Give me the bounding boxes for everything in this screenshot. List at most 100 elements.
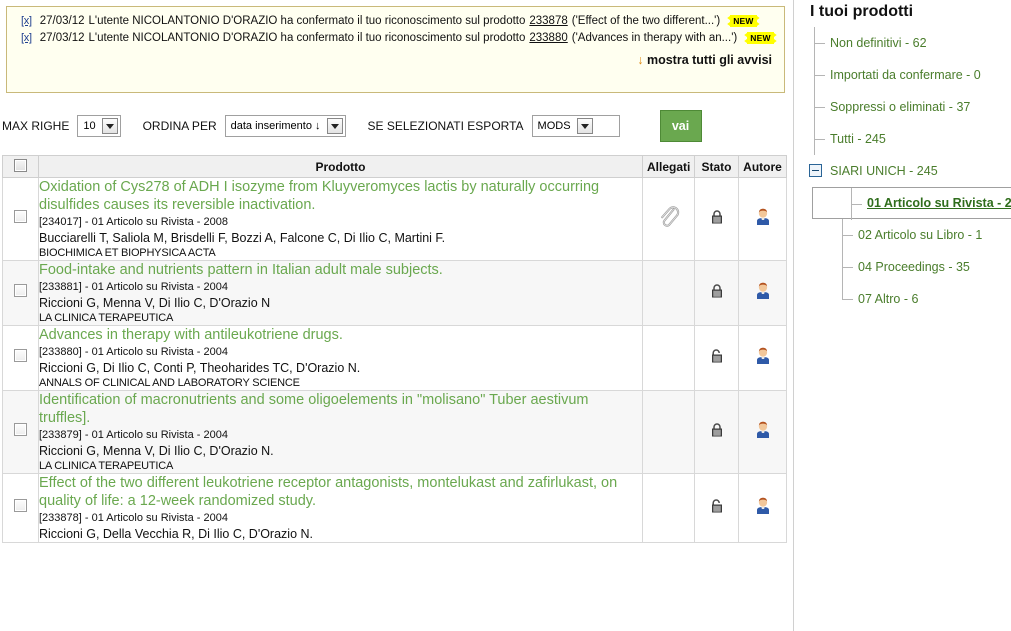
select-all-header [2, 155, 39, 178]
lock-open-icon[interactable] [710, 348, 724, 364]
lock-closed-icon[interactable] [710, 422, 724, 438]
status-cell [694, 390, 739, 474]
chevron-down-icon[interactable] [576, 118, 593, 134]
max-rows-value: 10 [83, 120, 96, 132]
sidebar-item-02-articolo-su-libro[interactable]: 02 Articolo su Libro - 1 [804, 219, 1011, 251]
product-meta: [233878] - 01 Articolo su Rivista - 2004 [39, 512, 228, 524]
product-authors: Riccioni G, Menna V, Di Ilio C, D'Orazio… [39, 296, 271, 310]
sort-by-value: data inserimento ↓ [230, 120, 321, 132]
page-root: [x] 27/03/12 L'utente NICOLANTONIO D'ORA… [0, 0, 1011, 631]
author-cell [738, 473, 787, 543]
go-button[interactable]: vai [659, 110, 702, 142]
lock-closed-icon[interactable] [710, 209, 724, 225]
chevron-down-icon[interactable] [101, 118, 118, 134]
row-checkbox[interactable] [14, 499, 27, 512]
tree-connector-icon [814, 59, 825, 91]
attachment-cell [642, 473, 695, 543]
collapse-toggle-icon[interactable] [809, 164, 822, 177]
row-checkbox[interactable] [14, 284, 27, 297]
product-cell: Oxidation of Cys278 of ADH I isozyme fro… [38, 177, 643, 261]
user-avatar-icon[interactable] [755, 497, 771, 514]
sort-by-select[interactable]: data inserimento ↓ [224, 115, 346, 137]
product-authors: Riccioni G, Della Vecchia R, Di Ilio C, … [39, 527, 313, 541]
select-all-checkbox[interactable] [14, 158, 27, 172]
user-avatar-icon[interactable] [755, 347, 771, 364]
table-row: Advances in therapy with antileukotriene… [2, 325, 787, 391]
lock-open-icon[interactable] [710, 498, 724, 514]
sidebar-item-01-articolo-su-rivista[interactable]: 01 Articolo su Rivista - 203 [812, 187, 1011, 220]
export-format-select[interactable]: MODS [531, 115, 620, 137]
show-all-notifications-link[interactable]: ↓ mostra tutti gli avvisi [13, 47, 776, 67]
sidebar-item-label: Tutti - 245 [830, 132, 886, 146]
table-row: Effect of the two different leukotriene … [2, 473, 787, 543]
notification-date: 27/03/12 [39, 15, 85, 27]
row-checkbox[interactable] [14, 423, 27, 436]
sidebar-item-siari-unich[interactable]: SIARI UNICH - 245 [804, 155, 1011, 187]
user-avatar-icon[interactable] [755, 208, 771, 225]
status-cell [694, 473, 739, 543]
product-title-link[interactable]: Advances in therapy with antileukotriene… [39, 326, 642, 344]
dismiss-notification-icon[interactable]: [x] [21, 32, 32, 44]
sidebar-item-label: 02 Articolo su Libro - 1 [858, 228, 983, 242]
sidebar-item-label: Importati da confermare - 0 [830, 68, 981, 82]
attachment-cell [642, 260, 695, 326]
max-rows-select[interactable]: 10 [77, 115, 121, 137]
sidebar-item-importati-da-confermare[interactable]: Importati da confermare - 0 [804, 59, 1011, 91]
table-row: Food-intake and nutrients pattern in Ita… [2, 260, 787, 326]
sidebar: I tuoi prodotti Non definitivi - 62 Impo… [794, 0, 1011, 631]
row-checkbox[interactable] [14, 349, 27, 362]
sidebar-item-label: 01 Articolo su Rivista - 203 [867, 196, 1011, 210]
product-journal: BIOCHIMICA ET BIOPHYSICA ACTA [39, 247, 216, 259]
column-header-stato: Stato [694, 155, 739, 178]
sidebar-item-07-altro[interactable]: 07 Altro - 6 [804, 283, 1011, 315]
dismiss-notification-icon[interactable]: [x] [21, 15, 32, 27]
tree-connector-icon [842, 283, 853, 315]
attachment-cell [642, 177, 695, 261]
products-table: Prodotto Allegati Stato Autore Oxidation… [2, 155, 787, 543]
tree-connector-icon [842, 219, 853, 251]
attachment-cell [642, 390, 695, 474]
sidebar-item-label: Non definitivi - 62 [830, 36, 927, 50]
column-header-autore: Autore [738, 155, 787, 178]
table-row: Identification of macronutrients and som… [2, 390, 787, 474]
sidebar-item-04-proceedings[interactable]: 04 Proceedings - 35 [804, 251, 1011, 283]
product-title-link[interactable]: Identification of macronutrients and som… [39, 391, 642, 427]
sidebar-item-tutti[interactable]: Tutti - 245 [804, 123, 1011, 155]
sidebar-item-soppressi-o-eliminati[interactable]: Soppressi o eliminati - 37 [804, 91, 1011, 123]
product-cell: Food-intake and nutrients pattern in Ita… [38, 260, 643, 326]
row-checkbox[interactable] [14, 210, 27, 223]
row-select-cell [2, 260, 39, 326]
chevron-down-icon[interactable] [326, 118, 343, 134]
lock-closed-icon[interactable] [710, 283, 724, 299]
user-avatar-icon[interactable] [755, 421, 771, 438]
product-journal: ANNALS OF CLINICAL AND LABORATORY SCIENC… [39, 377, 300, 389]
notification-date: 27/03/12 [39, 32, 85, 44]
show-all-notifications-label: mostra tutti gli avvisi [646, 53, 772, 67]
sidebar-item-label: SIARI UNICH - 245 [830, 164, 938, 178]
product-title-link[interactable]: Oxidation of Cys278 of ADH I isozyme fro… [39, 178, 642, 214]
export-format-value: MODS [537, 120, 571, 132]
tree-connector-icon [814, 123, 825, 155]
column-header-allegati: Allegati [642, 155, 695, 178]
product-authors: Riccioni G, Di Ilio C, Conti P, Theohari… [39, 361, 361, 375]
row-select-cell [2, 390, 39, 474]
tree-connector-icon [851, 188, 862, 220]
notification-product-link[interactable]: 233880 [529, 32, 567, 44]
column-header-prodotto: Prodotto [38, 155, 643, 178]
attachment-cell [642, 325, 695, 391]
sidebar-item-label: Soppressi o eliminati - 37 [830, 100, 971, 114]
user-avatar-icon[interactable] [755, 282, 771, 299]
product-journal: LA CLINICA TERAPEUTICA [39, 460, 174, 472]
author-cell [738, 325, 787, 391]
table-row: Oxidation of Cys278 of ADH I isozyme fro… [2, 177, 787, 261]
sidebar-item-non-definitivi[interactable]: Non definitivi - 62 [804, 27, 1011, 59]
product-meta: [233880] - 01 Articolo su Rivista - 2004 [39, 346, 228, 358]
author-cell [738, 177, 787, 261]
notification-text: L'utente NICOLANTONIO D'ORAZIO ha confer… [88, 32, 526, 44]
notification-product-link[interactable]: 233878 [529, 15, 567, 27]
author-cell [738, 390, 787, 474]
product-title-link[interactable]: Effect of the two different leukotriene … [39, 474, 642, 510]
paperclip-icon[interactable] [658, 204, 680, 230]
product-cell: Effect of the two different leukotriene … [38, 473, 643, 543]
product-title-link[interactable]: Food-intake and nutrients pattern in Ita… [39, 261, 642, 279]
